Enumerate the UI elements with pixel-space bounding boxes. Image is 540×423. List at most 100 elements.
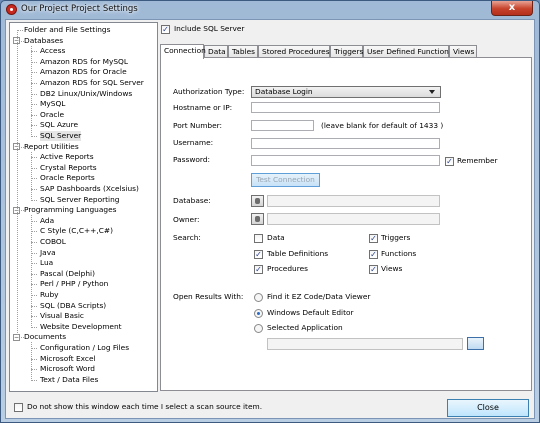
remember-checkbox[interactable]: ✓: [445, 157, 454, 166]
search-functions-checkbox[interactable]: ✓: [369, 250, 378, 259]
tree-item[interactable]: Website Development: [40, 322, 122, 332]
tree-item-label: Microsoft Word: [40, 364, 95, 374]
tree-item[interactable]: Java: [40, 248, 56, 258]
tree-item[interactable]: SQL Server: [40, 131, 82, 141]
password-field[interactable]: [251, 155, 440, 166]
open-selected-app-radio[interactable]: [254, 324, 263, 333]
tree-item[interactable]: Amazon RDS for Oracle: [40, 67, 127, 77]
tree-connector: [31, 215, 32, 328]
search-triggers-label: Triggers: [381, 233, 411, 242]
tree-item-label: Programming Languages: [24, 205, 117, 215]
auth-type-select[interactable]: Database Login: [251, 86, 441, 98]
tree-item[interactable]: Ruby: [40, 290, 59, 300]
search-data-label: Data: [267, 233, 285, 242]
tree-item[interactable]: Microsoft Excel: [40, 354, 96, 364]
search-procedures-label: Procedures: [267, 264, 308, 273]
tree-item-label: Report Utilities: [24, 141, 79, 151]
username-label: Username:: [173, 138, 214, 147]
connection-tab-body: Authorization Type: Database Login Hostn…: [160, 57, 532, 391]
tree-item[interactable]: SAP Dashboards (Xcelsius): [40, 184, 139, 194]
tree-item[interactable]: Oracle Reports: [40, 173, 95, 183]
tree-item-label: Documents: [24, 332, 67, 342]
tree-group-item[interactable]: Programming Languages: [24, 205, 116, 215]
database-browse-icon[interactable]: [251, 195, 264, 207]
include-checkbox[interactable]: ✓: [161, 25, 170, 34]
tree-item-label: Access: [40, 46, 66, 56]
database-field[interactable]: [267, 195, 440, 207]
tree-item-label: Ruby: [40, 290, 59, 299]
owner-field[interactable]: [267, 213, 440, 225]
port-field[interactable]: [251, 120, 314, 131]
tree-item[interactable]: Access: [40, 46, 65, 56]
tree-item[interactable]: SQL (DBA Scripts): [40, 301, 106, 311]
source-tree[interactable]: Folder and File Settings Databases − Access…: [9, 22, 158, 392]
tree-item[interactable]: Amazon RDS for SQL Server: [40, 78, 144, 88]
tree-item[interactable]: SQL Azure: [40, 120, 78, 130]
tree-item-label: Amazon RDS for Oracle: [40, 67, 127, 77]
tree-item-label: DB2 Linux/Unix/Windows: [40, 88, 133, 98]
search-label: Search:: [173, 233, 201, 242]
hostname-field[interactable]: [251, 102, 440, 113]
tree-item-label: Website Development: [40, 321, 122, 331]
tree-group-item[interactable]: Folder and File Settings: [24, 25, 110, 35]
search-procedures-checkbox[interactable]: ✓: [254, 265, 263, 274]
tree-item-label: Microsoft Excel: [40, 353, 96, 363]
window-close-button[interactable]: x: [491, 1, 533, 16]
tree-item[interactable]: Amazon RDS for MySQL: [40, 57, 128, 67]
include-label: Include SQL Server: [174, 24, 245, 33]
window-title: Our Project Project Settings: [21, 4, 138, 14]
owner-browse-icon[interactable]: [251, 213, 264, 225]
tree-item[interactable]: Crystal Reports: [40, 163, 97, 173]
app-path-field[interactable]: [267, 338, 463, 350]
tree-connector: [21, 337, 24, 339]
close-button[interactable]: Close: [447, 399, 529, 417]
app-path-browse-button[interactable]: [467, 337, 484, 350]
tree-item[interactable]: Text / Data Files: [40, 375, 98, 385]
tree-item-label: COBOL: [40, 237, 66, 246]
search-triggers-checkbox[interactable]: ✓: [369, 234, 378, 243]
tree-item[interactable]: C Style (C,C++,C#): [40, 226, 113, 236]
tree-item[interactable]: Oracle: [40, 110, 64, 120]
tree-item[interactable]: Microsoft Word: [40, 364, 95, 374]
tree-item-label: MySQL: [40, 99, 66, 109]
owner-label: Owner:: [173, 215, 200, 224]
tree-item-label: Active Reports: [40, 152, 94, 162]
dont-show-label: Do not show this window each time I sele…: [27, 402, 263, 411]
tree-item-label: Text / Data Files: [40, 374, 99, 384]
tree-item[interactable]: Visual Basic: [40, 311, 84, 321]
search-views-checkbox[interactable]: ✓: [369, 265, 378, 274]
dont-show-checkbox[interactable]: [14, 403, 23, 412]
tree-item[interactable]: Configuration / Log Files: [40, 343, 129, 353]
tree-item[interactable]: Active Reports: [40, 152, 94, 162]
tree-group-item[interactable]: Report Utilities: [24, 142, 79, 152]
username-field[interactable]: [251, 138, 440, 149]
title-bar[interactable]: Our Project Project Settings x: [1, 1, 539, 19]
tree-item[interactable]: Pascal (Delphi): [40, 269, 95, 279]
tree-item[interactable]: MySQL: [40, 99, 65, 109]
search-table-definitions-checkbox[interactable]: ✓: [254, 250, 263, 259]
tree-connector: [31, 45, 32, 137]
tree-group-item[interactable]: Documents: [24, 332, 66, 342]
tree-item[interactable]: Perl / PHP / Python: [40, 279, 108, 289]
tree-item-label: Configuration / Log Files: [40, 343, 130, 352]
search-data-checkbox[interactable]: [254, 234, 263, 243]
tree-item-label: Lua: [40, 258, 54, 268]
test-connection-button[interactable]: Test Connection: [251, 173, 320, 187]
search-views-label: Views: [381, 264, 403, 273]
search-functions-label: Functions: [381, 249, 417, 258]
tree-item[interactable]: Ada: [40, 216, 54, 226]
open-ez-viewer-radio[interactable]: [254, 293, 263, 302]
tree-group-item[interactable]: Databases: [24, 36, 63, 46]
tree-item-label: SQL Azure: [40, 120, 79, 130]
port-label: Port Number:: [173, 121, 223, 130]
tab-connection[interactable]: Connection: [160, 44, 206, 59]
tree-item-label: Perl / PHP / Python: [40, 279, 109, 289]
tree-item[interactable]: Lua: [40, 258, 53, 268]
open-default-editor-radio[interactable]: [254, 309, 263, 318]
tree-item[interactable]: COBOL: [40, 237, 66, 247]
tree-item[interactable]: DB2 Linux/Unix/Windows: [40, 89, 132, 99]
tree-item-label: Amazon RDS for MySQL: [40, 56, 128, 66]
tree-connector: [31, 151, 32, 201]
tree-item[interactable]: SQL Server Reporting: [40, 195, 120, 205]
tree-item-label: SAP Dashboards (Xcelsius): [40, 184, 139, 193]
